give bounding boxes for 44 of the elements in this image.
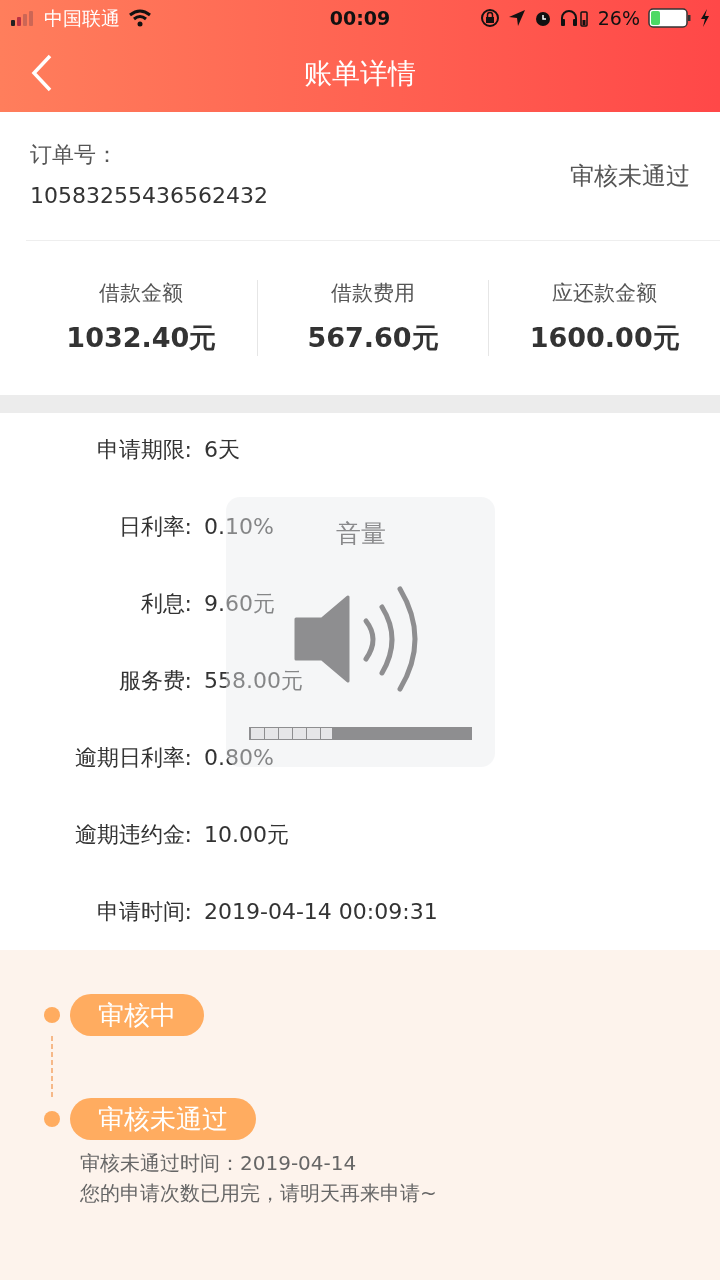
detail-value: 0.10% bbox=[204, 513, 274, 541]
order-label: 订单号： bbox=[30, 141, 119, 169]
detail-label: 申请期限: bbox=[95, 436, 192, 464]
signal-icon bbox=[10, 10, 36, 26]
detail-label: 逾期日利率: bbox=[73, 744, 192, 772]
charging-icon bbox=[700, 9, 710, 27]
back-button[interactable] bbox=[30, 54, 54, 92]
timeline-note: 审核未通过时间：2019-04-14 bbox=[80, 1150, 358, 1177]
status-time: 00:09 bbox=[328, 5, 392, 31]
amount-label: 借款费用 bbox=[330, 280, 416, 307]
battery-percent: 26% bbox=[597, 5, 640, 31]
detail-value: 10.00元 bbox=[204, 821, 289, 849]
order-number: 10583255436562432 bbox=[30, 182, 268, 210]
detail-value: 558.00元 bbox=[204, 667, 303, 695]
carrier-name: 中国联通 bbox=[44, 5, 120, 31]
detail-value: 2019-04-14 00:09:31 bbox=[204, 898, 438, 926]
battery-icon bbox=[648, 8, 692, 28]
volume-title: 音量 bbox=[335, 519, 386, 548]
alarm-icon bbox=[533, 9, 552, 27]
detail-label: 申请时间: bbox=[95, 898, 192, 926]
status-tag: 审核中 bbox=[70, 994, 204, 1036]
headphones-icon bbox=[559, 9, 590, 27]
detail-label: 逾期违约金: bbox=[73, 821, 192, 849]
wifi-icon bbox=[128, 9, 152, 27]
amount-value: 1600.00元 bbox=[528, 320, 681, 355]
page-title: 账单详情 bbox=[304, 56, 416, 92]
location-icon bbox=[507, 9, 526, 27]
timeline-dot bbox=[44, 1007, 60, 1023]
detail-value: 0.80% bbox=[204, 744, 274, 772]
detail-value: 6天 bbox=[204, 436, 240, 464]
amount-label: 借款金额 bbox=[98, 280, 185, 307]
timeline-note: 您的申请次数已用完，请明天再来申请~ bbox=[80, 1180, 438, 1207]
timeline-dot bbox=[44, 1111, 60, 1127]
amount-value: 567.60元 bbox=[306, 320, 440, 355]
timeline-connector bbox=[50, 1036, 54, 1098]
amount-label: 应还款金额 bbox=[551, 280, 659, 307]
detail-value: 9.60元 bbox=[204, 590, 275, 618]
detail-label: 利息: bbox=[139, 590, 192, 618]
detail-label: 日利率: bbox=[117, 513, 192, 541]
status-tag: 审核未通过 bbox=[70, 1098, 256, 1140]
detail-label: 服务费: bbox=[117, 667, 192, 695]
amount-value: 1032.40元 bbox=[65, 320, 218, 355]
order-status: 审核未通过 bbox=[570, 161, 690, 192]
rotation-lock-icon bbox=[479, 8, 500, 28]
